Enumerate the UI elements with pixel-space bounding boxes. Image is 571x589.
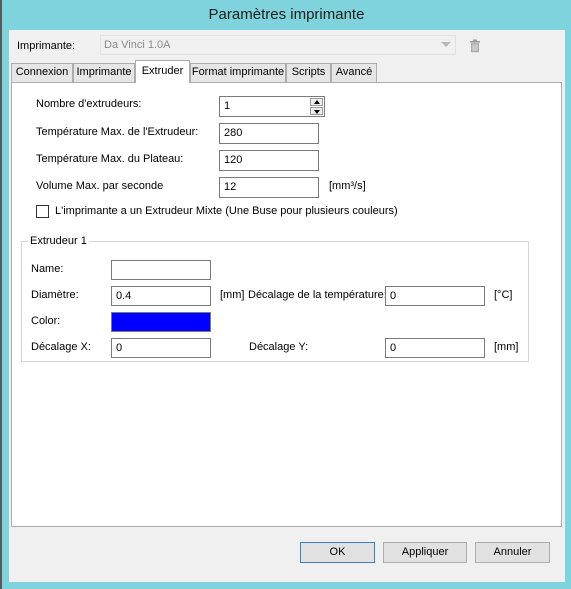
tab-connexion[interactable]: Connexion	[11, 63, 73, 82]
tab-extruder[interactable]: Extruder	[135, 60, 190, 83]
offset-y-input[interactable]: 0	[385, 338, 485, 358]
max-volume-unit: [mm³/s]	[329, 180, 366, 192]
tab-format-imprimante[interactable]: Format imprimante	[190, 63, 286, 82]
max-extruder-temp-input[interactable]: 280	[219, 123, 319, 144]
group-title: Extrudeur 1	[28, 235, 89, 247]
dialog-client-area: Imprimante: Da Vinci 1.0A Connexion Impr…	[9, 30, 565, 582]
max-extruder-temp-label: Température Max. de l'Extrudeur:	[36, 126, 199, 138]
cancel-button[interactable]: Annuler	[475, 542, 550, 563]
color-swatch[interactable]	[111, 312, 211, 332]
diameter-unit: [mm]	[220, 289, 245, 301]
window-title: Paramètres imprimante	[208, 6, 365, 23]
printer-select-value: Da Vinci 1.0A	[104, 39, 171, 51]
offset-y-label: Décalage Y:	[249, 341, 309, 353]
extruder-count-stepper[interactable]: 1	[219, 96, 325, 117]
apply-button[interactable]: Appliquer	[383, 542, 467, 563]
chevron-down-icon	[441, 42, 451, 47]
offset-x-label: Décalage X:	[31, 341, 91, 353]
name-input[interactable]	[111, 260, 211, 280]
trash-icon[interactable]	[469, 39, 481, 53]
tab-scripts[interactable]: Scripts	[286, 63, 331, 82]
temp-offset-unit: [°C]	[494, 289, 513, 301]
printer-select[interactable]: Da Vinci 1.0A	[100, 35, 456, 55]
color-label: Color:	[31, 315, 61, 327]
ok-button[interactable]: OK	[300, 542, 375, 563]
max-bed-temp-input[interactable]: 120	[219, 150, 319, 171]
spin-up-icon[interactable]	[310, 98, 323, 106]
max-volume-input[interactable]: 12	[219, 177, 319, 198]
extruder-count-label: Nombre d'extrudeurs:	[36, 98, 142, 110]
printer-label: Imprimante:	[17, 40, 76, 52]
temp-offset-label: Décalage de la température:	[248, 289, 387, 301]
name-label: Name:	[31, 263, 64, 275]
spin-buttons[interactable]	[310, 98, 323, 115]
offset-x-input[interactable]: 0	[111, 338, 211, 358]
printer-settings-window: Paramètres imprimante Imprimante: Da Vin…	[0, 0, 571, 589]
mixing-extruder-label: L'imprimante a un Extrudeur Mixte (Une B…	[55, 205, 398, 217]
extruder-1-group: Extrudeur 1 Name: Diamètre: 0.4 [mm] Déc…	[21, 235, 529, 362]
diameter-input[interactable]: 0.4	[111, 286, 211, 306]
max-bed-temp-label: Température Max. du Plateau:	[36, 153, 184, 165]
tab-avance[interactable]: Avancé	[331, 63, 377, 82]
spin-down-icon[interactable]	[310, 107, 323, 115]
max-volume-label: Volume Max. par seconde	[36, 180, 164, 192]
extruder-tab-panel: Nombre d'extrudeurs: 1 Température Max. …	[11, 82, 562, 527]
diameter-label: Diamètre:	[31, 289, 79, 301]
tab-imprimante[interactable]: Imprimante	[73, 63, 135, 82]
extruder-count-value: 1	[224, 100, 231, 112]
offset-y-unit: [mm]	[494, 341, 519, 353]
temp-offset-input[interactable]: 0	[385, 286, 485, 306]
mixing-extruder-checkbox[interactable]	[36, 205, 49, 218]
